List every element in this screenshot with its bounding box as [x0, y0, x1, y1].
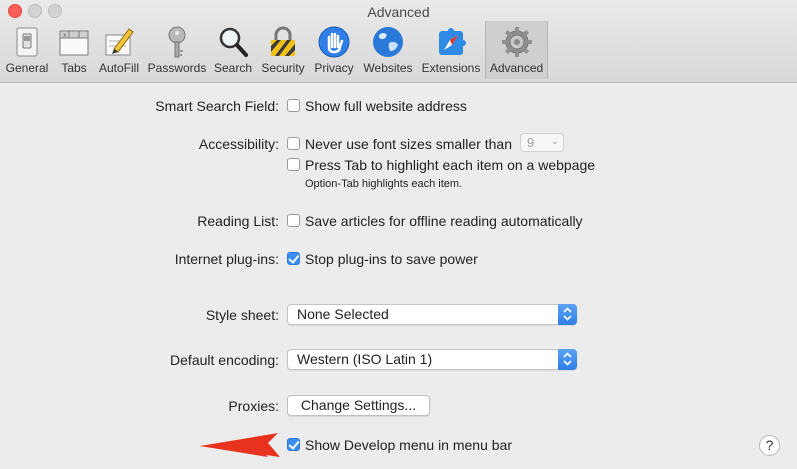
press-tab-checkbox[interactable] — [287, 158, 300, 171]
default-encoding-value: Western (ISO Latin 1) — [297, 351, 433, 367]
svg-text:x: x — [63, 32, 67, 39]
min-font-size-value: 9 — [527, 135, 535, 150]
tab-extensions[interactable]: Extensions — [418, 21, 484, 79]
min-font-size-select[interactable]: 9 ⌄ — [520, 133, 564, 152]
pencil-form-icon — [105, 28, 134, 56]
puzzle-compass-icon — [439, 28, 466, 55]
magnifier-icon — [219, 27, 248, 57]
style-sheet-popup[interactable]: None Selected — [287, 304, 577, 325]
tab-passwords[interactable]: Passwords — [144, 21, 210, 79]
updown-chevron-icon — [558, 304, 577, 325]
proxies-label: Proxies: — [228, 398, 279, 414]
red-arrow-icon — [200, 433, 280, 457]
key-icon — [168, 26, 186, 58]
title-bar: Advanced General x Tabs AutoFill Passwor… — [0, 0, 797, 83]
smart-search-label: Smart Search Field: — [155, 98, 279, 114]
updown-chevron-icon — [558, 349, 577, 370]
tab-autofill[interactable]: AutoFill — [94, 21, 144, 79]
help-button[interactable]: ? — [759, 435, 780, 456]
show-develop-menu-checkbox[interactable] — [287, 438, 300, 451]
default-encoding-label: Default encoding: — [170, 352, 279, 368]
tabs-icon: x — [59, 30, 89, 56]
tab-tabs[interactable]: x Tabs — [54, 21, 94, 79]
stop-plugins-text: Stop plug-ins to save power — [305, 251, 478, 267]
offline-reading-text: Save articles for offline reading automa… — [305, 213, 583, 229]
general-switch-icon — [16, 27, 38, 57]
padlock-icon — [271, 26, 295, 56]
press-tab-text: Press Tab to highlight each item on a we… — [305, 157, 596, 173]
accessibility-label: Accessibility: — [198, 136, 279, 152]
show-full-address-checkbox[interactable] — [287, 99, 300, 112]
tab-search[interactable]: Search — [210, 21, 256, 79]
style-sheet-value: None Selected — [297, 306, 389, 322]
globe-icon — [373, 27, 403, 57]
tab-general[interactable]: General — [0, 21, 54, 79]
show-full-address-text: Show full website address — [305, 98, 467, 114]
min-font-size-checkbox[interactable] — [287, 137, 300, 150]
offline-reading-checkbox[interactable] — [287, 214, 300, 227]
show-develop-menu-text: Show Develop menu in menu bar — [305, 437, 513, 453]
min-font-size-text: Never use font sizes smaller than — [305, 136, 512, 152]
tab-advanced[interactable]: Advanced — [485, 21, 548, 79]
hand-icon — [318, 26, 350, 58]
default-encoding-popup[interactable]: Western (ISO Latin 1) — [287, 349, 577, 370]
chevron-down-icon: ⌄ — [550, 136, 559, 147]
stop-plugins-checkbox[interactable] — [287, 252, 300, 265]
tab-security[interactable]: Security — [256, 21, 310, 79]
style-sheet-label: Style sheet: — [205, 307, 279, 323]
gear-icon — [501, 27, 532, 57]
tab-websites[interactable]: Websites — [358, 21, 418, 79]
change-settings-button[interactable]: Change Settings... — [287, 395, 430, 416]
tab-privacy[interactable]: Privacy — [310, 21, 358, 79]
option-tab-note: Option-Tab highlights each item. — [305, 178, 463, 190]
plugins-label: Internet plug-ins: — [174, 251, 279, 267]
reading-list-label: Reading List: — [197, 213, 279, 229]
window-title: Advanced — [367, 4, 430, 20]
